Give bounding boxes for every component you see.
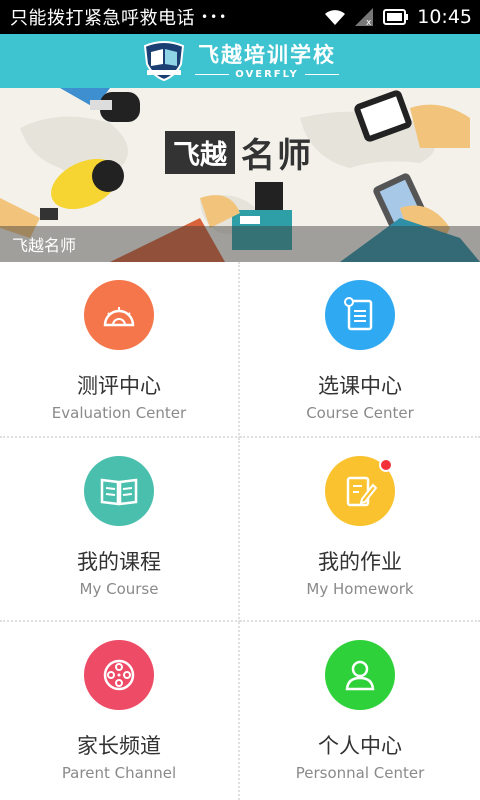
document-icon [325,280,395,350]
brand-divider-left [195,73,230,75]
menu-label-zh: 个人中心 [318,734,402,758]
menu-course-center[interactable]: 选课中心 Course Center [240,262,480,438]
menu-personal-center[interactable]: 个人中心 Personnal Center [240,622,480,800]
brand-subtitle: OVERFLY [235,68,299,80]
app-header: 飞越培训学校 OVERFLY [0,34,480,88]
notification-dot [379,458,393,472]
banner-caption: 飞越名师 [12,236,77,255]
menu-label-en: My Course [79,580,159,598]
menu-label-en: Evaluation Center [51,404,187,422]
person-icon [325,640,395,710]
menu-label-zh: 我的作业 [318,550,402,574]
brand-divider-right [304,73,339,75]
menu-label-en: Course Center [306,404,414,422]
menu-label-zh: 测评中心 [77,374,161,398]
book-icon [84,456,154,526]
menu-evaluation-center[interactable]: 测评中心 Evaluation Center [0,262,240,438]
menu-grid: 测评中心 Evaluation Center 选课中心 Course Cente… [0,262,480,800]
menu-label-en: Personnal Center [295,764,425,782]
menu-my-homework[interactable]: 我的作业 My Homework [240,438,480,622]
battery-icon [383,9,409,25]
menu-label-zh: 家长频道 [77,734,161,758]
banner-caption-bar: 飞越名师 [0,226,480,262]
wifi-icon [325,10,346,25]
film-reel-icon [84,640,154,710]
menu-label-zh: 选课中心 [318,374,402,398]
banner-title-highlight: 飞越 [165,131,235,174]
banner-title: 名师 [241,136,313,176]
svg-text:x: x [366,18,372,26]
menu-my-course[interactable]: 我的课程 My Course [0,438,240,622]
menu-parent-channel[interactable]: 家长频道 Parent Channel [0,622,240,800]
status-notice: 只能拨打紧急呼救电话 [10,8,195,29]
homework-icon [325,456,395,526]
banner[interactable]: 飞越 名师 飞越名师 [0,88,480,262]
menu-label-zh: 我的课程 [77,550,161,574]
menu-label-en: Parent Channel [61,764,177,782]
school-crest-icon [144,41,185,82]
signal-icon: x [355,8,374,26]
status-bar: 只能拨打紧急呼救电话 ••• x 10:45 [0,0,480,34]
status-time: 10:45 [417,6,472,28]
menu-label-en: My Homework [306,580,414,598]
protractor-icon [84,280,154,350]
status-more-dots: ••• [201,10,229,24]
brand-title: 飞越培训学校 [197,42,336,67]
